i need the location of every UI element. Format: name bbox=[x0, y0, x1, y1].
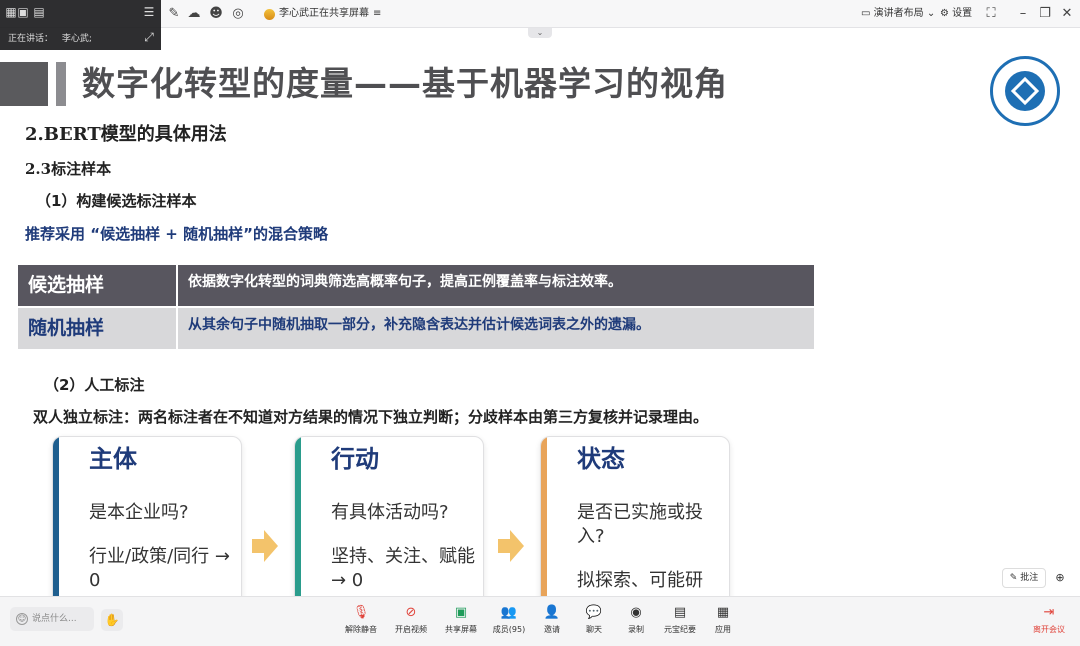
record-button[interactable]: ◉ 录制 bbox=[611, 604, 661, 640]
arrow-right-icon bbox=[252, 530, 278, 562]
screen-share-icon: ▣ bbox=[454, 605, 468, 620]
apps-button[interactable]: ▦ 应用 bbox=[698, 604, 748, 640]
strategy-text: 推荐采用 “候选抽样 + 随机抽样”的混合策略 bbox=[25, 225, 328, 243]
title-decoration-block bbox=[0, 62, 48, 106]
apps-label: 应用 bbox=[715, 625, 731, 634]
layout-button[interactable]: ▭ 演讲者布局 ⌄ bbox=[861, 5, 935, 23]
members-icon: 👥 bbox=[500, 605, 518, 620]
title-decoration-stripe bbox=[56, 62, 66, 106]
card-accent bbox=[295, 437, 301, 596]
card-note: 行业/政策/同行 → 0 bbox=[89, 546, 230, 591]
table-row: 候选抽样 依据数字化转型的词典筛选高概率句子，提高正例覆盖率与标注效率。 bbox=[18, 265, 814, 306]
restore-icon[interactable]: ❐ bbox=[1037, 6, 1053, 22]
share-menu-icon[interactable]: ≡ bbox=[373, 6, 381, 22]
panel-menu-icon[interactable]: ☰ bbox=[142, 5, 156, 19]
gear-icon: ⚙ bbox=[940, 8, 949, 19]
meeting-toolbar: ☺ 说点什么... ✋ 🎙 解除静音 ⊘ 开启视频 ▣ 共享屏幕 👥 成员(95… bbox=[0, 596, 1080, 646]
table-row: 随机抽样 从其余句子中随机抽取一部分，补充隐含表达并估计候选词表之外的遗漏。 bbox=[18, 308, 814, 349]
pen-icon: ✎ bbox=[1009, 573, 1018, 583]
hide-icon[interactable]: ◎ bbox=[230, 6, 246, 22]
video-off-icon: ⊘ bbox=[405, 605, 417, 620]
shared-slide: 数字化转型的度量——基于机器学习的视角 2.BERT模型的具体用法 2.3标注样… bbox=[0, 40, 1080, 596]
chat-placeholder: 说点什么... bbox=[32, 614, 77, 624]
leave-icon: ⇥ bbox=[1043, 605, 1055, 620]
card-title: 主体 bbox=[89, 445, 137, 473]
card-title: 状态 bbox=[577, 445, 625, 473]
criteria-card-action: 行动 有具体活动吗? 坚持、关注、赋能 → 0 bbox=[294, 436, 484, 596]
speaker-name: 李心武; bbox=[61, 34, 92, 44]
minimize-icon[interactable]: – bbox=[1015, 6, 1031, 22]
sampling-desc: 从其余句子中随机抽取一部分，补充隐含表达并估计候选词表之外的遗漏。 bbox=[178, 308, 814, 349]
sampling-name: 随机抽样 bbox=[18, 308, 176, 349]
section-heading: 2.BERT模型的具体用法 bbox=[25, 124, 227, 145]
mic-off-icon: 🎙 bbox=[352, 605, 370, 620]
card-question: 是否已实施或投入? bbox=[577, 502, 703, 547]
record-icon: ◉ bbox=[630, 605, 642, 620]
close-icon[interactable]: ✕ bbox=[1059, 6, 1075, 22]
card-question: 是本企业吗? bbox=[89, 502, 189, 523]
card-note: 拟探索、可能研 bbox=[577, 570, 703, 591]
step2-heading: （2）人工标注 bbox=[44, 376, 145, 394]
speaker-panel[interactable]: ▦ ▣ ▤ ☰ ⤢ 正在讲话： 李心武; bbox=[0, 0, 161, 50]
card-accent bbox=[53, 437, 59, 596]
raise-hand-icon[interactable]: ✋ bbox=[101, 609, 123, 631]
settings-button[interactable]: ⚙ 设置 bbox=[940, 5, 972, 23]
zoom-icon[interactable]: ⊕ bbox=[1050, 568, 1070, 588]
apps-icon: ▦ bbox=[716, 605, 730, 620]
share-status-text: 李心武正在共享屏幕 bbox=[279, 8, 369, 19]
share-label: 共享屏幕 bbox=[445, 625, 477, 634]
people-icon[interactable]: ☻ bbox=[208, 6, 224, 22]
share-screen-button[interactable]: ▣ 共享屏幕 bbox=[436, 604, 486, 640]
video-button[interactable]: ⊘ 开启视频 bbox=[386, 604, 436, 640]
card-note: 坚持、关注、赋能 → 0 bbox=[331, 546, 475, 591]
sampling-name: 候选抽样 bbox=[18, 265, 176, 306]
annotate-label: 批注 bbox=[1020, 573, 1039, 583]
leave-meeting-button[interactable]: ⇥ 离开会议 bbox=[1024, 604, 1074, 640]
criteria-card-subject: 主体 是本企业吗? 行业/政策/同行 → 0 bbox=[52, 436, 242, 596]
speaking-label: 正在讲话： bbox=[8, 34, 54, 44]
card-question: 有具体活动吗? bbox=[331, 502, 449, 523]
unmute-label: 解除静音 bbox=[345, 625, 377, 634]
cloud-icon[interactable]: ☁ bbox=[186, 6, 202, 22]
collapse-toolbar-tab[interactable]: ⌄ bbox=[528, 28, 552, 38]
speaking-indicator: 正在讲话： 李心武; bbox=[8, 31, 92, 44]
unmute-button[interactable]: 🎙 解除静音 bbox=[336, 604, 386, 640]
fullscreen-icon[interactable]: ⛶ bbox=[983, 6, 999, 22]
subsection-heading: 2.3标注样本 bbox=[25, 160, 112, 178]
annotate-button[interactable]: ✎ 批注 bbox=[1002, 568, 1046, 588]
invite-icon: 👤 bbox=[543, 605, 561, 620]
slide-title: 数字化转型的度量——基于机器学习的视角 bbox=[82, 64, 728, 103]
chat-icon: 💬 bbox=[585, 605, 603, 620]
card-accent bbox=[541, 437, 547, 596]
settings-label: 设置 bbox=[952, 8, 973, 19]
emoji-icon[interactable]: ☺ bbox=[16, 613, 28, 625]
whiteboard-icon[interactable]: ✎ bbox=[166, 6, 182, 22]
step1-heading: （1）构建候选标注样本 bbox=[36, 192, 197, 210]
logo-emblem bbox=[1005, 71, 1045, 111]
layout-icon: ▭ bbox=[861, 8, 871, 19]
record-label: 录制 bbox=[628, 625, 644, 634]
leave-label: 离开会议 bbox=[1033, 625, 1065, 634]
summary-icon: ▤ bbox=[673, 605, 687, 620]
dual-annotation-text: 双人独立标注：两名标注者在不知道对方结果的情况下独立判断；分歧样本由第三方复核并… bbox=[33, 408, 709, 426]
list-icon[interactable]: ▤ bbox=[32, 5, 46, 19]
expand-icon[interactable]: ⤢ bbox=[142, 30, 156, 44]
sharer-avatar bbox=[264, 8, 275, 20]
criteria-card-status: 状态 是否已实施或投入? 拟探索、可能研 bbox=[540, 436, 730, 596]
alliance-logo bbox=[990, 56, 1060, 126]
arrow-right-icon bbox=[498, 530, 524, 562]
layout-label: 演讲者布局 bbox=[873, 8, 924, 19]
title-bar: ✎ ☁ ☻ ◎ 李心武正在共享屏幕 ≡ ▭ 演讲者布局 ⌄ ⚙ 设置 ⛶ – ❐… bbox=[0, 0, 1080, 28]
card-title: 行动 bbox=[331, 445, 379, 473]
window-icon[interactable]: ▣ bbox=[16, 5, 30, 19]
video-label: 开启视频 bbox=[395, 625, 427, 634]
chat-input[interactable]: ☺ 说点什么... bbox=[10, 607, 94, 631]
share-status: 李心武正在共享屏幕 ≡ bbox=[264, 6, 381, 22]
sampling-desc: 依据数字化转型的词典筛选高概率句子，提高正例覆盖率与标注效率。 bbox=[178, 265, 814, 306]
sampling-table: 候选抽样 依据数字化转型的词典筛选高概率句子，提高正例覆盖率与标注效率。 随机抽… bbox=[18, 265, 814, 351]
chevron-down-icon: ⌄ bbox=[926, 8, 936, 19]
